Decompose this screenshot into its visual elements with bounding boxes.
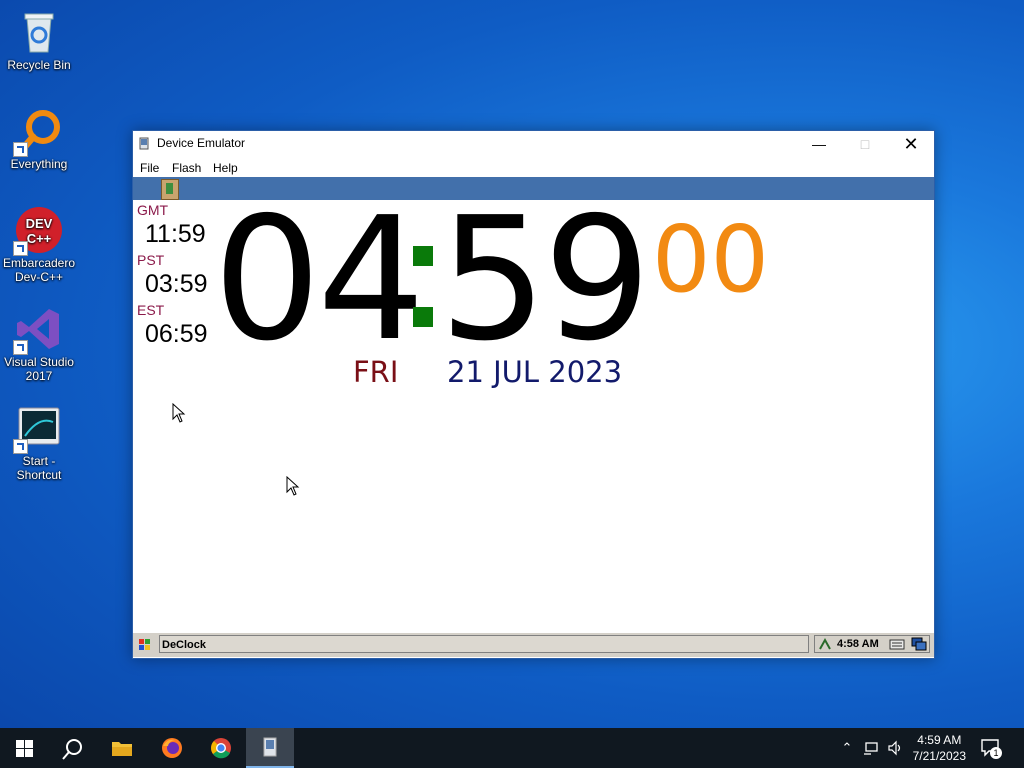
taskbar-device-emulator[interactable]: [246, 728, 294, 768]
firefox-icon: [162, 738, 182, 758]
window-title: Device Emulator: [157, 136, 246, 150]
network-icon[interactable]: [863, 740, 879, 756]
minimize-button[interactable]: —: [796, 131, 842, 157]
tz-est-time: 06:59: [145, 320, 208, 348]
mouse-cursor-icon: [172, 403, 186, 423]
app-launcher-icon[interactable]: [161, 179, 179, 200]
desktop-icon-start-shortcut[interactable]: Start - Shortcut: [2, 404, 76, 482]
search-button[interactable]: [48, 728, 96, 768]
colon-top-dot: [413, 246, 433, 266]
clock-date: 21 JUL 2023: [447, 355, 623, 389]
menu-bar: File Flash Help: [133, 157, 934, 179]
windows-ce-start-icon[interactable]: [136, 636, 154, 654]
keyboard-icon[interactable]: [889, 638, 905, 651]
system-date: 7/21/2023: [912, 749, 966, 763]
clock-minutes: 59: [439, 181, 651, 379]
shortcut-arrow-icon: [13, 142, 28, 157]
desktop-icon-dev-cpp[interactable]: DEV C++ Embarcadero Dev-C++: [2, 206, 76, 284]
tz-pst-label: PST: [137, 252, 165, 268]
device-emulator-icon: [263, 737, 277, 757]
menu-flash[interactable]: Flash: [172, 161, 201, 175]
dev-cpp-icon: DEV C++: [13, 206, 63, 256]
visual-studio-icon: [13, 305, 63, 355]
notification-center-button[interactable]: 1: [980, 738, 1002, 760]
monitor-icon: [13, 404, 63, 454]
tz-pst-time: 03:59: [145, 270, 208, 298]
network-icon[interactable]: [818, 637, 833, 652]
desktop-icon-label: Everything: [10, 157, 68, 171]
mouse-cursor-icon: [286, 476, 300, 496]
clock-seconds: 00: [652, 206, 770, 313]
tz-gmt-label: GMT: [137, 202, 169, 218]
show-hidden-icons-chevron-icon[interactable]: ⌃: [839, 740, 855, 756]
system-clock[interactable]: 4:59 AM 7/21/2023: [913, 732, 966, 764]
taskbar-firefox[interactable]: [148, 728, 196, 768]
title-bar[interactable]: Device Emulator — □ ✕: [133, 131, 934, 157]
svg-text:C++: C++: [27, 231, 52, 246]
notification-count-badge: 1: [990, 747, 1002, 759]
shortcut-arrow-icon: [13, 241, 28, 256]
clock-hours: 04: [213, 181, 425, 379]
desktop-icon-label: Visual Studio 2017: [4, 355, 74, 383]
taskbar-file-explorer[interactable]: [98, 728, 146, 768]
tz-est-label: EST: [137, 302, 165, 318]
system-time: 4:59 AM: [917, 733, 962, 747]
device-tray: 4:58 AM: [814, 635, 930, 653]
close-button[interactable]: ✕: [888, 131, 934, 157]
device-emulator-window: Device Emulator — □ ✕ File Flash Help GM…: [132, 130, 935, 659]
chrome-icon: [211, 738, 231, 759]
desktop-icon-label: Embarcadero Dev-C++: [2, 256, 76, 284]
volume-icon[interactable]: [887, 740, 903, 756]
menu-file[interactable]: File: [140, 161, 159, 175]
tz-gmt-time: 11:59: [145, 220, 206, 248]
menu-help[interactable]: Help: [213, 161, 238, 175]
colon-bottom-dot: [413, 307, 433, 327]
desktop-icon-everything[interactable]: Everything: [2, 107, 76, 171]
magnifier-icon: [13, 107, 63, 157]
device-emulator-app-icon: [139, 137, 149, 150]
desktop-icon-visual-studio[interactable]: Visual Studio 2017: [2, 305, 76, 383]
device-taskbar: DeClock 4:58 AM: [133, 632, 934, 657]
clock-day: FRI: [353, 355, 399, 389]
search-icon: [62, 739, 82, 760]
desktop-icon-label: Recycle Bin: [7, 58, 71, 72]
recycle-bin-icon: [15, 8, 63, 56]
taskbar-button-declock[interactable]: DeClock: [159, 635, 809, 653]
desktop-switch-icon[interactable]: [911, 637, 927, 652]
maximize-button[interactable]: □: [842, 131, 888, 157]
device-screen: GMT 11:59 PST 03:59 EST 06:59 04 59 00 F…: [133, 195, 934, 632]
shortcut-arrow-icon: [13, 439, 28, 454]
windows-logo-icon: [16, 740, 33, 757]
shortcut-arrow-icon: [13, 340, 28, 355]
device-clock-time[interactable]: 4:58 AM: [837, 638, 879, 650]
desktop-icon-label: Start - Shortcut: [16, 454, 62, 482]
start-button[interactable]: [0, 728, 48, 768]
desktop-icon-recycle-bin[interactable]: Recycle Bin: [2, 8, 76, 72]
folder-icon: [112, 742, 132, 756]
taskbar-chrome[interactable]: [197, 728, 245, 768]
windows-taskbar: ⌃ 4:59 AM 7/21/2023 1: [0, 728, 1024, 768]
svg-text:DEV: DEV: [26, 216, 53, 231]
